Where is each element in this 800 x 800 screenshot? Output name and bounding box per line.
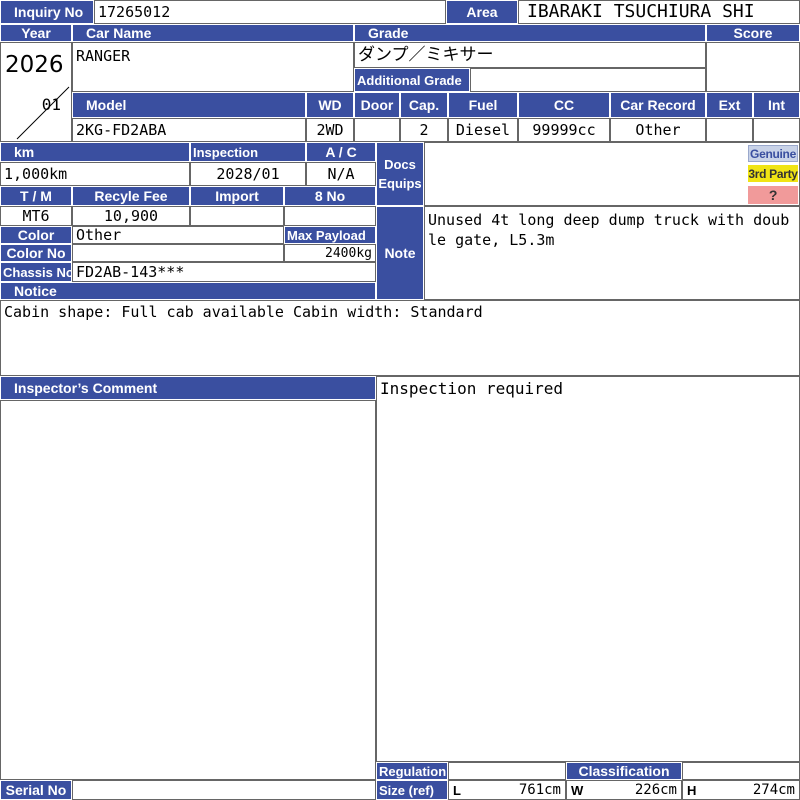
- classification-value: [682, 762, 800, 780]
- size-l-value: 761cm: [518, 782, 561, 798]
- year-box: 2026 01: [0, 42, 72, 142]
- year-label: Year: [0, 24, 72, 42]
- car-name-value: RANGER: [72, 42, 354, 92]
- car-record-value: Other: [610, 118, 706, 142]
- chassis-no-label: Chassis No: [0, 262, 72, 282]
- color-label: Color: [0, 226, 72, 244]
- additional-grade-label: Additional Grade: [354, 68, 470, 92]
- door-value: [354, 118, 400, 142]
- eight-no-value: [284, 206, 376, 226]
- car-name-label: Car Name: [72, 24, 354, 42]
- area-value: IBARAKI TSUCHIURA SHI: [518, 0, 800, 24]
- ext-value: [706, 118, 753, 142]
- note-label: Note: [376, 206, 424, 300]
- serial-no-label: Serial No: [0, 780, 72, 800]
- serial-no-value: [72, 780, 376, 800]
- tm-label: T / M: [0, 186, 72, 206]
- chassis-no-value: FD2AB-143***: [72, 262, 376, 282]
- import-label: Import: [190, 186, 284, 206]
- docs-equips-label: Docs Equips: [376, 142, 424, 206]
- size-l-cell: L 761cm: [448, 780, 566, 800]
- regulation-value: [448, 762, 566, 780]
- additional-grade-value: [470, 68, 706, 92]
- int-label: Int: [753, 92, 800, 118]
- unknown-badge: ?: [748, 186, 798, 204]
- inspection-label: Inspection: [190, 142, 306, 162]
- recycle-fee-label: Recyle Fee: [72, 186, 190, 206]
- color-value: Other: [72, 226, 284, 244]
- recycle-fee-value: 10,900: [72, 206, 190, 226]
- car-record-label: Car Record: [610, 92, 706, 118]
- size-h-label: H: [687, 782, 697, 798]
- ac-value: N/A: [306, 162, 376, 186]
- model-label: Model: [72, 92, 306, 118]
- score-label: Score: [706, 24, 800, 42]
- inspection-value: 2028/01: [190, 162, 306, 186]
- note-value: Unused 4t long deep dump truck with doub…: [424, 206, 800, 300]
- auction-sheet: Inquiry No 17265012 Area IBARAKI TSUCHIU…: [0, 0, 800, 800]
- km-value: 1,000km: [0, 162, 190, 186]
- inquiry-no-label: Inquiry No: [0, 0, 94, 24]
- score-value: [706, 42, 800, 92]
- docs-equips-value: [424, 142, 800, 206]
- grade-label: Grade: [354, 24, 706, 42]
- inspector-comment-label: Inspector’s Comment: [0, 376, 376, 400]
- int-value: [753, 118, 800, 142]
- max-payload-label: Max Payload: [284, 226, 376, 244]
- km-label: km: [0, 142, 190, 162]
- color-no-value: [72, 244, 284, 262]
- year-value: 2026: [5, 52, 64, 78]
- notice-label: Notice: [0, 282, 376, 300]
- genuine-badge: Genuine: [748, 145, 798, 162]
- color-no-label: Color No: [0, 244, 72, 262]
- max-payload-value: 2400kg: [284, 244, 376, 262]
- cap-value: 2: [400, 118, 448, 142]
- inquiry-no-value: 17265012: [94, 0, 446, 24]
- cc-value: 99999cc: [518, 118, 610, 142]
- cap-label: Cap.: [400, 92, 448, 118]
- ext-label: Ext: [706, 92, 753, 118]
- import-value: [190, 206, 284, 226]
- third-party-badge: 3rd Party: [748, 165, 798, 182]
- tm-value: MT6: [0, 206, 72, 226]
- wd-label: WD: [306, 92, 354, 118]
- ac-label: A / C: [306, 142, 376, 162]
- model-value: 2KG-FD2ABA: [72, 118, 306, 142]
- cc-label: CC: [518, 92, 610, 118]
- fuel-value: Diesel: [448, 118, 518, 142]
- size-l-label: L: [453, 782, 461, 798]
- size-w-value: 226cm: [634, 782, 677, 798]
- regulation-label: Regulation: [376, 762, 448, 780]
- size-h-cell: H 274cm: [682, 780, 800, 800]
- inspector-comment-area: [0, 400, 376, 780]
- size-h-value: 274cm: [752, 782, 795, 798]
- area-label: Area: [446, 0, 518, 24]
- eight-no-label: 8 No: [284, 186, 376, 206]
- door-label: Door: [354, 92, 400, 118]
- wd-value: 2WD: [306, 118, 354, 142]
- size-w-cell: W 226cm: [566, 780, 682, 800]
- size-w-label: W: [571, 782, 584, 798]
- size-ref-label: Size (ref): [376, 780, 448, 800]
- inspector-comment-value: Inspection required: [376, 376, 800, 762]
- classification-label: Classification: [566, 762, 682, 780]
- grade-value: ダンプ／ミキサー: [354, 42, 706, 68]
- fuel-label: Fuel: [448, 92, 518, 118]
- month-value: 01: [41, 95, 61, 114]
- notice-value: Cabin shape: Full cab available Cabin wi…: [0, 300, 800, 376]
